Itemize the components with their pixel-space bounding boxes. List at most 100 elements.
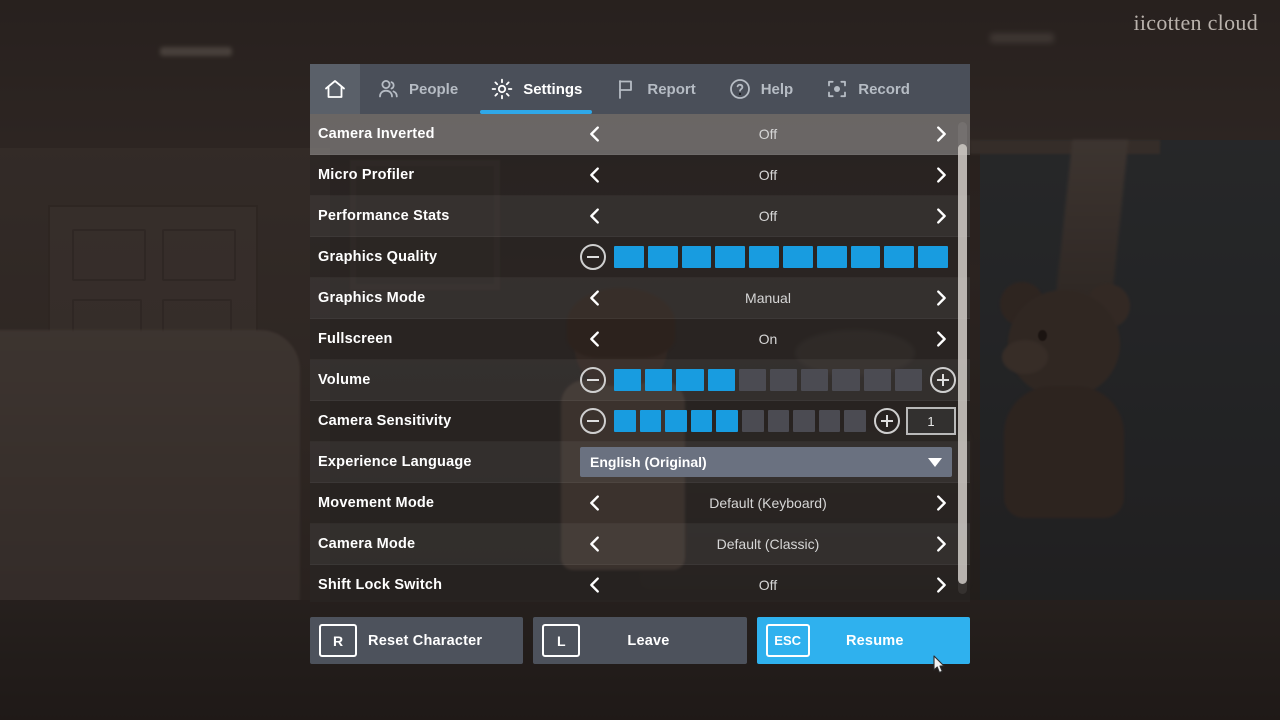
home-icon: [323, 77, 347, 101]
settings-list[interactable]: Camera Inverted Off Micro Profiler Off Perfo…: [310, 114, 970, 602]
prev-option-camera-inverted-button[interactable]: [580, 122, 610, 146]
settings-row-label: Camera Sensitivity: [318, 413, 452, 429]
settings-scrollbar[interactable]: [958, 122, 967, 594]
prev-option-movement-mode-button[interactable]: [580, 491, 610, 515]
menu-tabbar: People Settings Report Help Record: [310, 64, 970, 114]
slider-segment[interactable]: [818, 410, 841, 432]
tab-help[interactable]: Help: [712, 64, 810, 114]
next-option-micro-profiler-button[interactable]: [926, 163, 956, 187]
settings-row-camera-inverted[interactable]: Camera Inverted Off: [310, 114, 970, 155]
tab-settings-label: Settings: [523, 80, 583, 98]
slider-segment[interactable]: [647, 246, 678, 268]
keycap-esc: ESC: [765, 624, 810, 657]
settings-value-fullscreen: On: [758, 331, 778, 347]
slider-segment[interactable]: [767, 410, 790, 432]
settings-row-camera-mode[interactable]: Camera Mode Default (Classic): [310, 524, 970, 565]
tab-people[interactable]: People: [360, 64, 474, 114]
slider-segment[interactable]: [770, 369, 798, 391]
slider-segment[interactable]: [782, 246, 813, 268]
mouse-cursor: [933, 655, 945, 674]
gear-icon: [490, 77, 514, 101]
prev-option-fullscreen-button[interactable]: [580, 327, 610, 351]
slider-segment[interactable]: [816, 246, 847, 268]
prev-option-shift-lock-switch-button[interactable]: [580, 573, 610, 597]
slider-segment[interactable]: [690, 410, 713, 432]
slider-camera-sensitivity[interactable]: [606, 410, 874, 432]
increase-volume-button[interactable]: [930, 367, 956, 393]
slider-segment[interactable]: [715, 246, 746, 268]
settings-row-shift-lock-switch[interactable]: Shift Lock Switch Off: [310, 565, 970, 602]
scrollbar-thumb[interactable]: [958, 144, 967, 584]
settings-row-experience-language[interactable]: Experience Language English (Original): [310, 442, 970, 483]
next-option-shift-lock-switch-button[interactable]: [926, 573, 956, 597]
flag-icon: [614, 77, 638, 101]
slider-segment[interactable]: [793, 410, 815, 432]
decrease-camera-sensitivity-button[interactable]: [580, 408, 606, 434]
dropdown-experience-language[interactable]: English (Original): [580, 447, 952, 477]
prev-option-performance-stats-button[interactable]: [580, 204, 610, 228]
settings-value-graphics-mode: Manual: [745, 290, 791, 306]
slider-segment[interactable]: [801, 369, 829, 391]
reset-character-button[interactable]: R Reset Character: [310, 617, 524, 664]
menu-action-buttons: R Reset Character L Leave ESC Resume: [310, 617, 970, 674]
settings-value-camera-inverted: Off: [758, 126, 778, 142]
settings-row-movement-mode[interactable]: Movement Mode Default (Keyboard): [310, 483, 970, 524]
slider-segment[interactable]: [645, 369, 673, 391]
settings-row-control: Manual: [580, 278, 956, 318]
slider-segment[interactable]: [918, 246, 948, 268]
settings-row-micro-profiler[interactable]: Micro Profiler Off: [310, 155, 970, 196]
slider-segment[interactable]: [749, 246, 779, 268]
slider-segment[interactable]: [863, 369, 891, 391]
settings-row-graphics-quality[interactable]: Graphics Quality: [310, 237, 970, 278]
settings-row-fullscreen[interactable]: Fullscreen On: [310, 319, 970, 360]
tab-report[interactable]: Report: [598, 64, 711, 114]
slider-segment[interactable]: [614, 246, 644, 268]
value-box-camera-sensitivity[interactable]: 1: [906, 407, 956, 435]
tab-settings[interactable]: Settings: [474, 64, 598, 114]
tab-record[interactable]: Record: [809, 64, 926, 114]
keycap-l: L: [542, 624, 581, 657]
slider-segment[interactable]: [614, 369, 642, 391]
settings-row-graphics-mode[interactable]: Graphics Mode Manual: [310, 278, 970, 319]
settings-row-label: Graphics Mode: [318, 290, 426, 306]
slider-segment[interactable]: [894, 369, 923, 391]
next-option-performance-stats-button[interactable]: [926, 204, 956, 228]
slider-segment[interactable]: [844, 410, 866, 432]
next-option-camera-mode-button[interactable]: [926, 532, 956, 556]
settings-row-control: [580, 360, 956, 400]
slider-segment[interactable]: [639, 410, 662, 432]
slider-graphics-quality[interactable]: [606, 246, 956, 268]
slider-segment[interactable]: [738, 369, 767, 391]
settings-row-control: Off: [580, 155, 956, 195]
slider-segment[interactable]: [665, 410, 687, 432]
settings-row-performance-stats[interactable]: Performance Stats Off: [310, 196, 970, 237]
next-option-fullscreen-button[interactable]: [926, 327, 956, 351]
tab-home[interactable]: [310, 64, 360, 114]
people-icon: [376, 77, 400, 101]
settings-row-control: Default (Keyboard): [580, 483, 956, 523]
slider-segment[interactable]: [614, 410, 636, 432]
slider-segment[interactable]: [716, 410, 738, 432]
resume-button[interactable]: ESC Resume: [756, 617, 970, 674]
slider-segment[interactable]: [676, 369, 704, 391]
slider-segment[interactable]: [707, 369, 735, 391]
slider-segment[interactable]: [681, 246, 712, 268]
settings-row-volume[interactable]: Volume: [310, 360, 970, 401]
settings-row-camera-sensitivity[interactable]: Camera Sensitivity 1: [310, 401, 970, 442]
slider-volume[interactable]: [606, 369, 930, 391]
slider-segment[interactable]: [832, 369, 860, 391]
next-option-camera-inverted-button[interactable]: [926, 122, 956, 146]
prev-option-micro-profiler-button[interactable]: [580, 163, 610, 187]
next-option-graphics-mode-button[interactable]: [926, 286, 956, 310]
slider-segment[interactable]: [741, 410, 764, 432]
increase-camera-sensitivity-button[interactable]: [874, 408, 900, 434]
tab-help-label: Help: [760, 80, 794, 98]
decrease-graphics-quality-button[interactable]: [580, 244, 606, 270]
leave-button[interactable]: L Leave: [533, 617, 747, 664]
slider-segment[interactable]: [850, 246, 881, 268]
prev-option-graphics-mode-button[interactable]: [580, 286, 610, 310]
prev-option-camera-mode-button[interactable]: [580, 532, 610, 556]
decrease-volume-button[interactable]: [580, 367, 606, 393]
next-option-movement-mode-button[interactable]: [926, 491, 956, 515]
slider-segment[interactable]: [884, 246, 915, 268]
